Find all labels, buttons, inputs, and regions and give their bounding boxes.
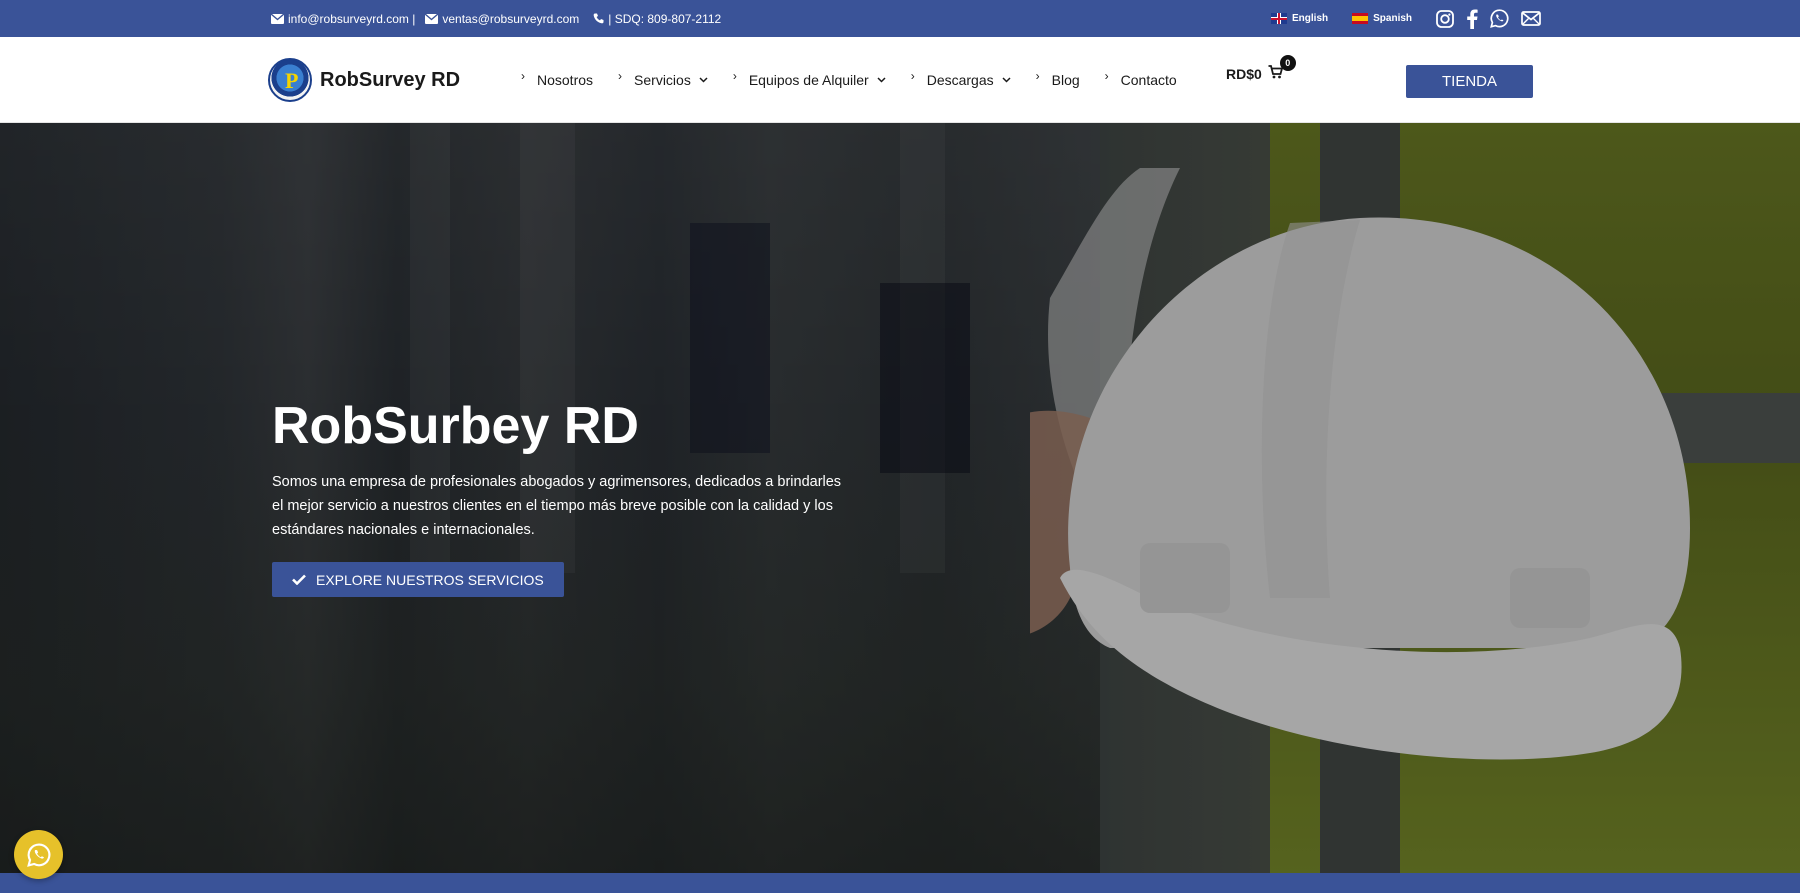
info-email-link[interactable]: info@robsurveyrd.com | [271, 12, 415, 26]
chevron-right-icon: › [1104, 69, 1109, 83]
explore-services-label: EXPLORE NUESTROS SERVICIOS [316, 571, 544, 588]
facebook-icon[interactable] [1466, 9, 1478, 29]
hero-title: RobSurbey RD [272, 397, 639, 455]
nav-label: Servicios [634, 72, 691, 88]
checkmark-icon [292, 574, 306, 586]
nav-label: Contacto [1120, 72, 1177, 88]
info-email-text: info@robsurveyrd.com | [288, 11, 416, 26]
envelope-icon [271, 13, 284, 24]
cart-widget[interactable]: RD$0 0 [1226, 55, 1296, 82]
whatsapp-float-button[interactable] [14, 830, 63, 879]
bottom-section-strip [0, 873, 1800, 893]
cart-total: RD$0 [1226, 65, 1262, 82]
whatsapp-icon[interactable] [1490, 9, 1509, 28]
envelope-icon [425, 13, 439, 24]
top-bar: info@robsurveyrd.com | ventas@robsurveyr… [0, 0, 1800, 37]
contact-info: info@robsurveyrd.com | ventas@robsurveyr… [271, 0, 721, 37]
chevron-right-icon: › [910, 69, 915, 83]
lang-english[interactable]: English [1271, 13, 1328, 24]
lang-spanish-label: Spanish [1373, 13, 1413, 24]
logo-text: RobSurvey RD [320, 68, 461, 91]
chevron-right-icon: › [521, 69, 525, 83]
nav-label: Equipos de Alquiler [748, 72, 869, 88]
cart-count-badge: 0 [1279, 55, 1296, 71]
chevron-down-icon [1002, 77, 1011, 83]
hero-description: Somos una empresa de profesionales aboga… [272, 474, 842, 539]
main-header: RobSurvey RD › Nosotros › Servicios › Eq… [0, 37, 1800, 123]
hero-section: RobSurbey RD Somos una empresa de profes… [0, 123, 1800, 873]
cart-icon-wrap: 0 [1268, 55, 1296, 82]
nav-item-contacto[interactable]: › Contacto [1104, 69, 1177, 88]
nav-label: Descargas [926, 72, 994, 88]
chevron-down-icon [699, 77, 708, 83]
chevron-right-icon: › [732, 69, 737, 83]
nav-item-servicios[interactable]: › Servicios [618, 69, 708, 88]
phone-icon [593, 13, 604, 24]
hero-overlay [0, 123, 1800, 873]
hero-content: RobSurbey RD Somos una empresa de profes… [272, 397, 842, 598]
whatsapp-icon [26, 842, 50, 867]
nav-label: Blog [1051, 72, 1080, 88]
spain-flag-icon [1352, 13, 1369, 24]
logo-mark-icon [268, 58, 312, 102]
explore-services-button[interactable]: EXPLORE NUESTROS SERVICIOS [272, 562, 564, 598]
main-nav: › Nosotros › Servicios › Equipos de Alqu… [521, 37, 1202, 123]
social-links [1436, 9, 1541, 29]
mail-icon[interactable] [1521, 11, 1541, 26]
chevron-right-icon: › [1035, 69, 1040, 83]
uk-flag-icon [1271, 13, 1287, 24]
nav-item-descargas[interactable]: › Descargas [910, 69, 1011, 88]
nav-item-nosotros[interactable]: › Nosotros [521, 69, 594, 88]
instagram-icon[interactable] [1436, 9, 1454, 28]
site-logo[interactable]: RobSurvey RD [268, 58, 460, 102]
nav-item-blog[interactable]: › Blog [1035, 69, 1080, 88]
nav-label: Nosotros [537, 72, 594, 88]
chevron-right-icon: › [618, 69, 623, 83]
lang-spanish[interactable]: Spanish [1352, 13, 1412, 24]
phone-link[interactable]: | SDQ: 809-807-2112 [589, 12, 721, 26]
shop-button[interactable]: TIENDA [1406, 65, 1533, 98]
topbar-right: English Spanish [1271, 0, 1541, 37]
nav-item-equipos-alquiler[interactable]: › Equipos de Alquiler [732, 69, 886, 88]
ventas-email-text: ventas@robsurveyrd.com [442, 11, 580, 26]
phone-text: | SDQ: 809-807-2112 [608, 11, 722, 26]
lang-english-label: English [1292, 13, 1329, 24]
chevron-down-icon [877, 77, 886, 83]
ventas-email-link[interactable]: ventas@robsurveyrd.com [425, 12, 579, 26]
